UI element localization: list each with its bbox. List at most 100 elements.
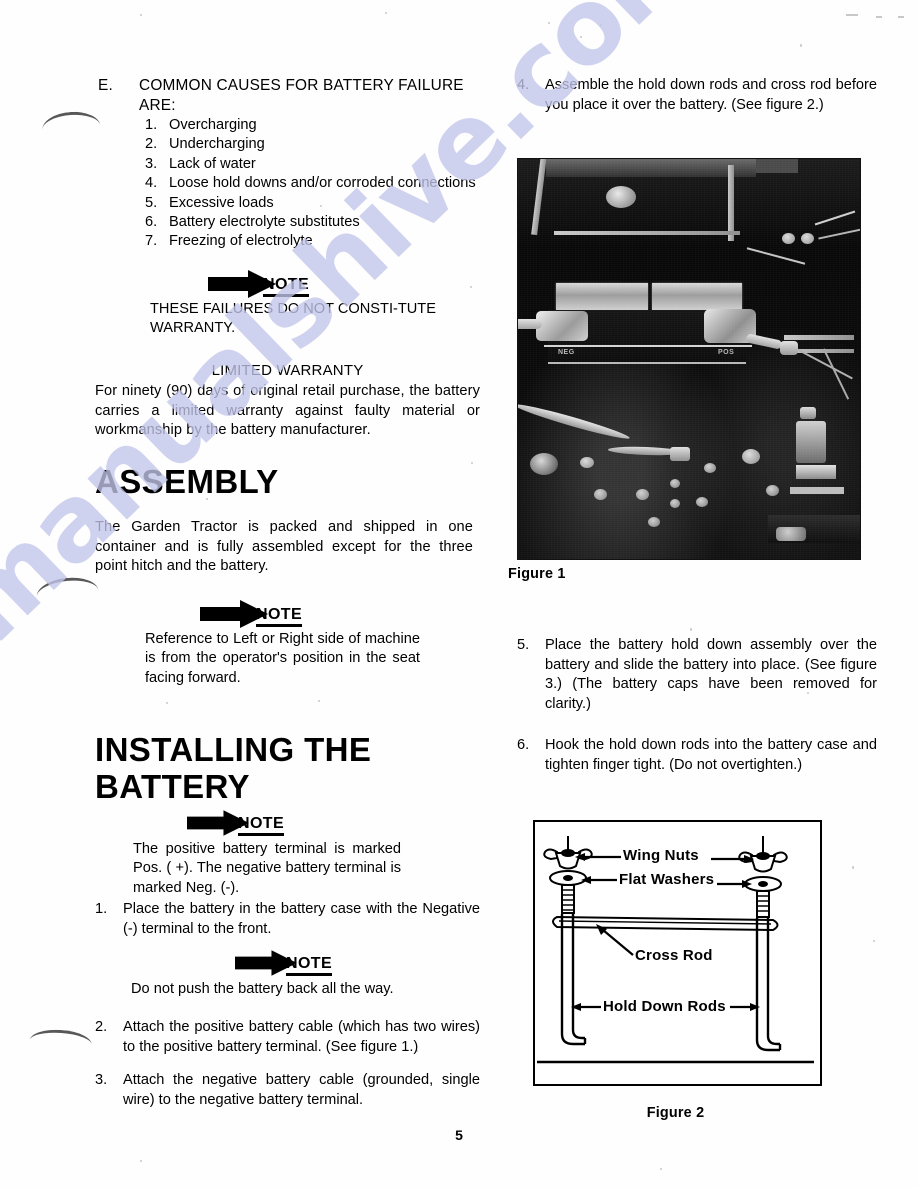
list-item-e-text: COMMON CAUSES FOR BATTERY FAILURE ARE: (139, 77, 464, 114)
label-wing-nuts: Wing Nuts (623, 847, 699, 864)
left-hold-down-rod (560, 914, 587, 1046)
note-text: THESE FAILURES DO NOT CONSTI-TUTE WARRAN… (150, 301, 436, 337)
battery-steps-1: 1. Place the battery in the battery case… (95, 900, 480, 939)
list-item-e: E. COMMON CAUSES FOR BATTERY FAILURE ARE… (95, 76, 480, 116)
step-number: 5. (517, 637, 530, 653)
step-number: 3. (95, 1072, 108, 1089)
list-marker-e: E. (98, 77, 113, 94)
assembly-steps-4: 4. Assemble the hold down rods and cross… (517, 76, 877, 115)
step-text: Attach the negative battery cable (groun… (123, 1072, 480, 1108)
list-item-text: Battery electrolyte substitutes (169, 214, 360, 231)
scan-speck (898, 16, 904, 18)
scan-speck (580, 36, 582, 38)
scan-smudge-artifact (29, 1027, 93, 1048)
note-text: The positive battery terminal is marked … (133, 841, 401, 896)
step-item: 1. Place the battery in the battery case… (95, 900, 480, 939)
list-item: 7. Freezing of electrolyte (145, 232, 480, 251)
list-item: 4. Loose hold downs and/or corroded conn… (145, 174, 480, 193)
note-label: NOTE (263, 276, 310, 297)
list-item-text: Loose hold downs and/or corroded connect… (169, 175, 476, 192)
assembly-text: The Garden Tractor is packed and shipped… (95, 519, 473, 574)
label-flat-washers: Flat Washers (619, 871, 715, 888)
step-number: 6. (517, 737, 530, 754)
assembly-heading: ASSEMBLY (95, 463, 279, 500)
list-item-text: Freezing of electrolyte (169, 233, 313, 250)
note-label: NOTE (238, 815, 285, 836)
hold-down-rods-leader-left (571, 1003, 601, 1011)
note-header: NOTE (95, 598, 480, 628)
list-item-text: Overcharging (169, 117, 257, 133)
scan-smudge-artifact (41, 110, 101, 133)
list-marker: 5. (145, 194, 158, 211)
document-page: manualshive.com E. COMMON CAUSES FOR BAT… (0, 0, 918, 1188)
list-item: 5. Excessive loads (145, 194, 480, 213)
left-thread (561, 884, 575, 914)
step-text: Place the battery in the battery case wi… (123, 901, 480, 937)
list-marker: 2. (145, 136, 158, 153)
step-item: 6. Hook the hold down rods into the batt… (517, 736, 877, 775)
figure-2-caption: Figure 2 (646, 1105, 705, 1121)
note-text: Reference to Left or Right side of machi… (145, 631, 420, 686)
note-label: NOTE (286, 955, 333, 976)
battery-steps-2: 2. Attach the positive battery cable (wh… (95, 1018, 480, 1110)
step-item: 4. Assemble the hold down rods and cross… (517, 76, 877, 115)
label-cross-rod: Cross Rod (635, 947, 713, 964)
common-causes-list: 1. Overcharging 2. Undercharging 3. Lack… (95, 116, 480, 252)
scan-speck (846, 14, 858, 16)
list-marker: 3. (145, 155, 158, 172)
scan-speck (852, 866, 854, 869)
step-text: Assemble the hold down rods and cross ro… (545, 77, 877, 113)
note-header: NOTE (95, 808, 480, 838)
right-thread (756, 890, 770, 918)
label-hold-down-rods: Hold Down Rods (603, 998, 726, 1015)
list-item: 2. Undercharging (145, 135, 480, 154)
assembly-steps-5-6: 5. Place the battery hold down assembly … (517, 636, 877, 776)
scan-speck (140, 14, 142, 16)
figure-1-photo: NEG POS (517, 158, 861, 560)
list-marker: 4. (145, 175, 158, 192)
figure-2-caption-wrap: Figure 2 (533, 1104, 818, 1122)
list-item: 3. Lack of water (145, 155, 480, 174)
scan-speck (318, 700, 320, 702)
scan-speck (166, 702, 168, 704)
note-label: NOTE (256, 606, 303, 627)
step-text: Hook the hold down rods into the battery… (545, 737, 877, 773)
installing-heading-line2: BATTERY (95, 768, 250, 805)
list-item: 6. Battery electrolyte substitutes (145, 213, 480, 232)
page-number: 5 (455, 1127, 463, 1143)
note-header: NOTE (95, 268, 480, 298)
scan-speck (690, 628, 692, 631)
scan-smudge-artifact (35, 574, 99, 601)
list-item-text: Lack of water (169, 155, 256, 172)
step-number: 4. (517, 77, 530, 93)
scan-speck (876, 16, 882, 18)
limited-warranty-text: For ninety (90) days of original retail … (95, 383, 480, 438)
list-marker: 1. (145, 117, 158, 133)
list-marker: 7. (145, 233, 158, 250)
figure-1-caption: Figure 1 (508, 566, 566, 582)
left-flat-washer-icon (549, 870, 587, 886)
limited-warranty-heading: LIMITED WARRANTY (211, 362, 364, 379)
scan-speck (800, 44, 802, 47)
scan-speck (600, 24, 602, 26)
installing-heading-line1: INSTALLING THE (95, 731, 372, 768)
note-text: Do not push the battery back all the way… (131, 981, 394, 997)
step-item: 5. Place the battery hold down assembly … (517, 636, 877, 714)
list-item-text: Undercharging (169, 136, 265, 153)
step-item: 3. Attach the negative battery cable (gr… (95, 1071, 480, 1110)
list-item: 1. Overcharging (145, 116, 480, 135)
right-hold-down-rod (755, 918, 782, 1052)
photo-film-grain (518, 159, 860, 559)
figure-2-diagram: Wing Nuts Flat Washers Cross Rod Hold Do… (533, 820, 822, 1086)
step-number: 2. (95, 1019, 108, 1035)
step-item: 2. Attach the positive battery cable (wh… (95, 1018, 480, 1057)
cross-rod-shape (552, 915, 779, 932)
note-header: NOTE (95, 948, 480, 978)
step-text: Place the battery hold down assembly ove… (545, 637, 877, 712)
scan-speck (140, 1160, 142, 1162)
hold-down-rods-leader-right (730, 1003, 760, 1011)
scan-speck (385, 12, 387, 14)
step-text: Attach the positive battery cable (which… (123, 1019, 480, 1055)
scan-speck (873, 940, 875, 942)
step-number: 1. (95, 901, 108, 917)
